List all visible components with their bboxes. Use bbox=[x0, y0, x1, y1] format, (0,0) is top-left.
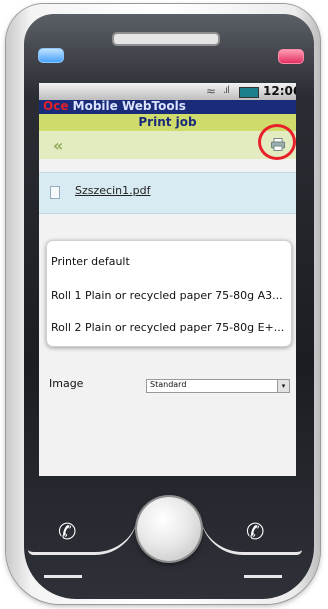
status-time: 12:06 bbox=[263, 84, 296, 98]
double-chevron-left-icon[interactable]: « bbox=[53, 136, 63, 155]
bottom-bar-left bbox=[44, 575, 82, 578]
file-row: Szszecin1.pdf bbox=[39, 172, 296, 214]
file-link[interactable]: Szszecin1.pdf bbox=[75, 184, 150, 197]
wifi-icon: ≈ bbox=[206, 84, 217, 98]
media-option-roll-1[interactable]: Roll 1 Plain or recycled paper 75-80g A3… bbox=[51, 289, 283, 302]
toolbar: « bbox=[39, 124, 296, 160]
app-header: Oce Mobile WebTools bbox=[39, 99, 296, 114]
speaker-grille bbox=[112, 32, 220, 46]
page-title-bar: Print job bbox=[39, 114, 296, 131]
app-title: Oce Mobile WebTools bbox=[43, 99, 186, 113]
indicator-light-blue bbox=[38, 48, 64, 63]
print-highlight-circle bbox=[258, 124, 296, 160]
app-name: Mobile WebTools bbox=[72, 99, 186, 113]
battery-icon bbox=[239, 87, 259, 98]
end-call-icon[interactable]: ✆ bbox=[246, 520, 264, 545]
image-select[interactable]: Standard ▾ bbox=[146, 379, 290, 393]
document-icon bbox=[50, 186, 60, 199]
status-bar: ≈ .ıl 12:06 bbox=[39, 83, 296, 100]
image-select-value: Standard bbox=[150, 380, 187, 389]
page-title: Print job bbox=[138, 115, 197, 129]
home-button[interactable] bbox=[137, 497, 201, 561]
brand-name: Oce bbox=[43, 99, 69, 113]
dropdown-arrow-icon[interactable]: ▾ bbox=[277, 380, 289, 392]
signal-bars-icon: .ıl bbox=[223, 85, 230, 96]
media-options-list: Printer default Roll 1 Plain or recycled… bbox=[46, 240, 292, 347]
media-option-printer-default[interactable]: Printer default bbox=[51, 255, 130, 268]
phone-screen: ≈ .ıl 12:06 Oce Mobile WebTools Print jo… bbox=[39, 83, 296, 476]
media-option-roll-2[interactable]: Roll 2 Plain or recycled paper 75-80g E+… bbox=[51, 321, 284, 334]
call-icon[interactable]: ✆ bbox=[58, 520, 76, 545]
image-setting-label: Image bbox=[49, 377, 84, 390]
indicator-light-red bbox=[278, 49, 304, 64]
bottom-bar-right bbox=[244, 575, 282, 578]
